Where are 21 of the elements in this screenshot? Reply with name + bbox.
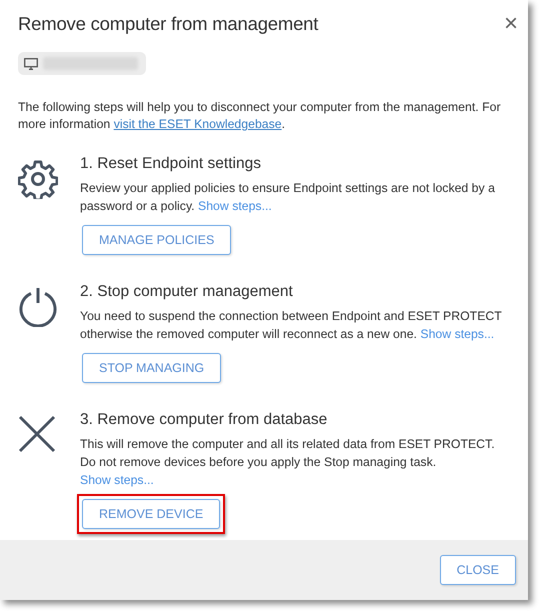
gear-icon [18,159,58,199]
action-button[interactable]: REMOVE DEVICE [82,499,220,529]
action-button[interactable]: MANAGE POLICIES [82,225,232,255]
close-button[interactable]: CLOSE [440,555,516,585]
step-description: Review your applied policies to ensure Endpoint settings are not locked by a password or a policy. Show steps... [80,180,496,215]
step-description: This will remove the computer and all its related data from ESET PROTECT. Do not remove devices before you apply the Stop managing task. Show steps... [80,436,496,489]
close-button[interactable]: × [504,12,518,36]
intro-text: The following steps will help you to disconnect your computer from the management. For more information visit the ESET Knowledgebase. [18,99,502,133]
step-title: 3. Remove computer from database [80,411,328,429]
knowledgebase-link[interactable]: visit the ESET Knowledgebase [114,117,282,131]
cross-icon [18,415,56,453]
monitor-icon [24,58,38,70]
step-title: 1. Reset Endpoint settings [80,155,262,173]
show-steps-link[interactable]: Show steps... [80,473,154,487]
dialog-title: Remove computer from management [18,13,318,35]
step-description: You need to suspend the connection between Endpoint and ESET PROTECT otherwise the removed computer will reconnect as a new one. Show steps... [80,308,503,343]
step-title: 2. Stop computer management [80,283,294,301]
show-steps-link[interactable]: Show steps... [420,327,494,341]
action-button[interactable]: STOP MANAGING [82,353,222,383]
power-icon [18,287,58,327]
show-steps-link[interactable]: Show steps... [198,199,272,213]
